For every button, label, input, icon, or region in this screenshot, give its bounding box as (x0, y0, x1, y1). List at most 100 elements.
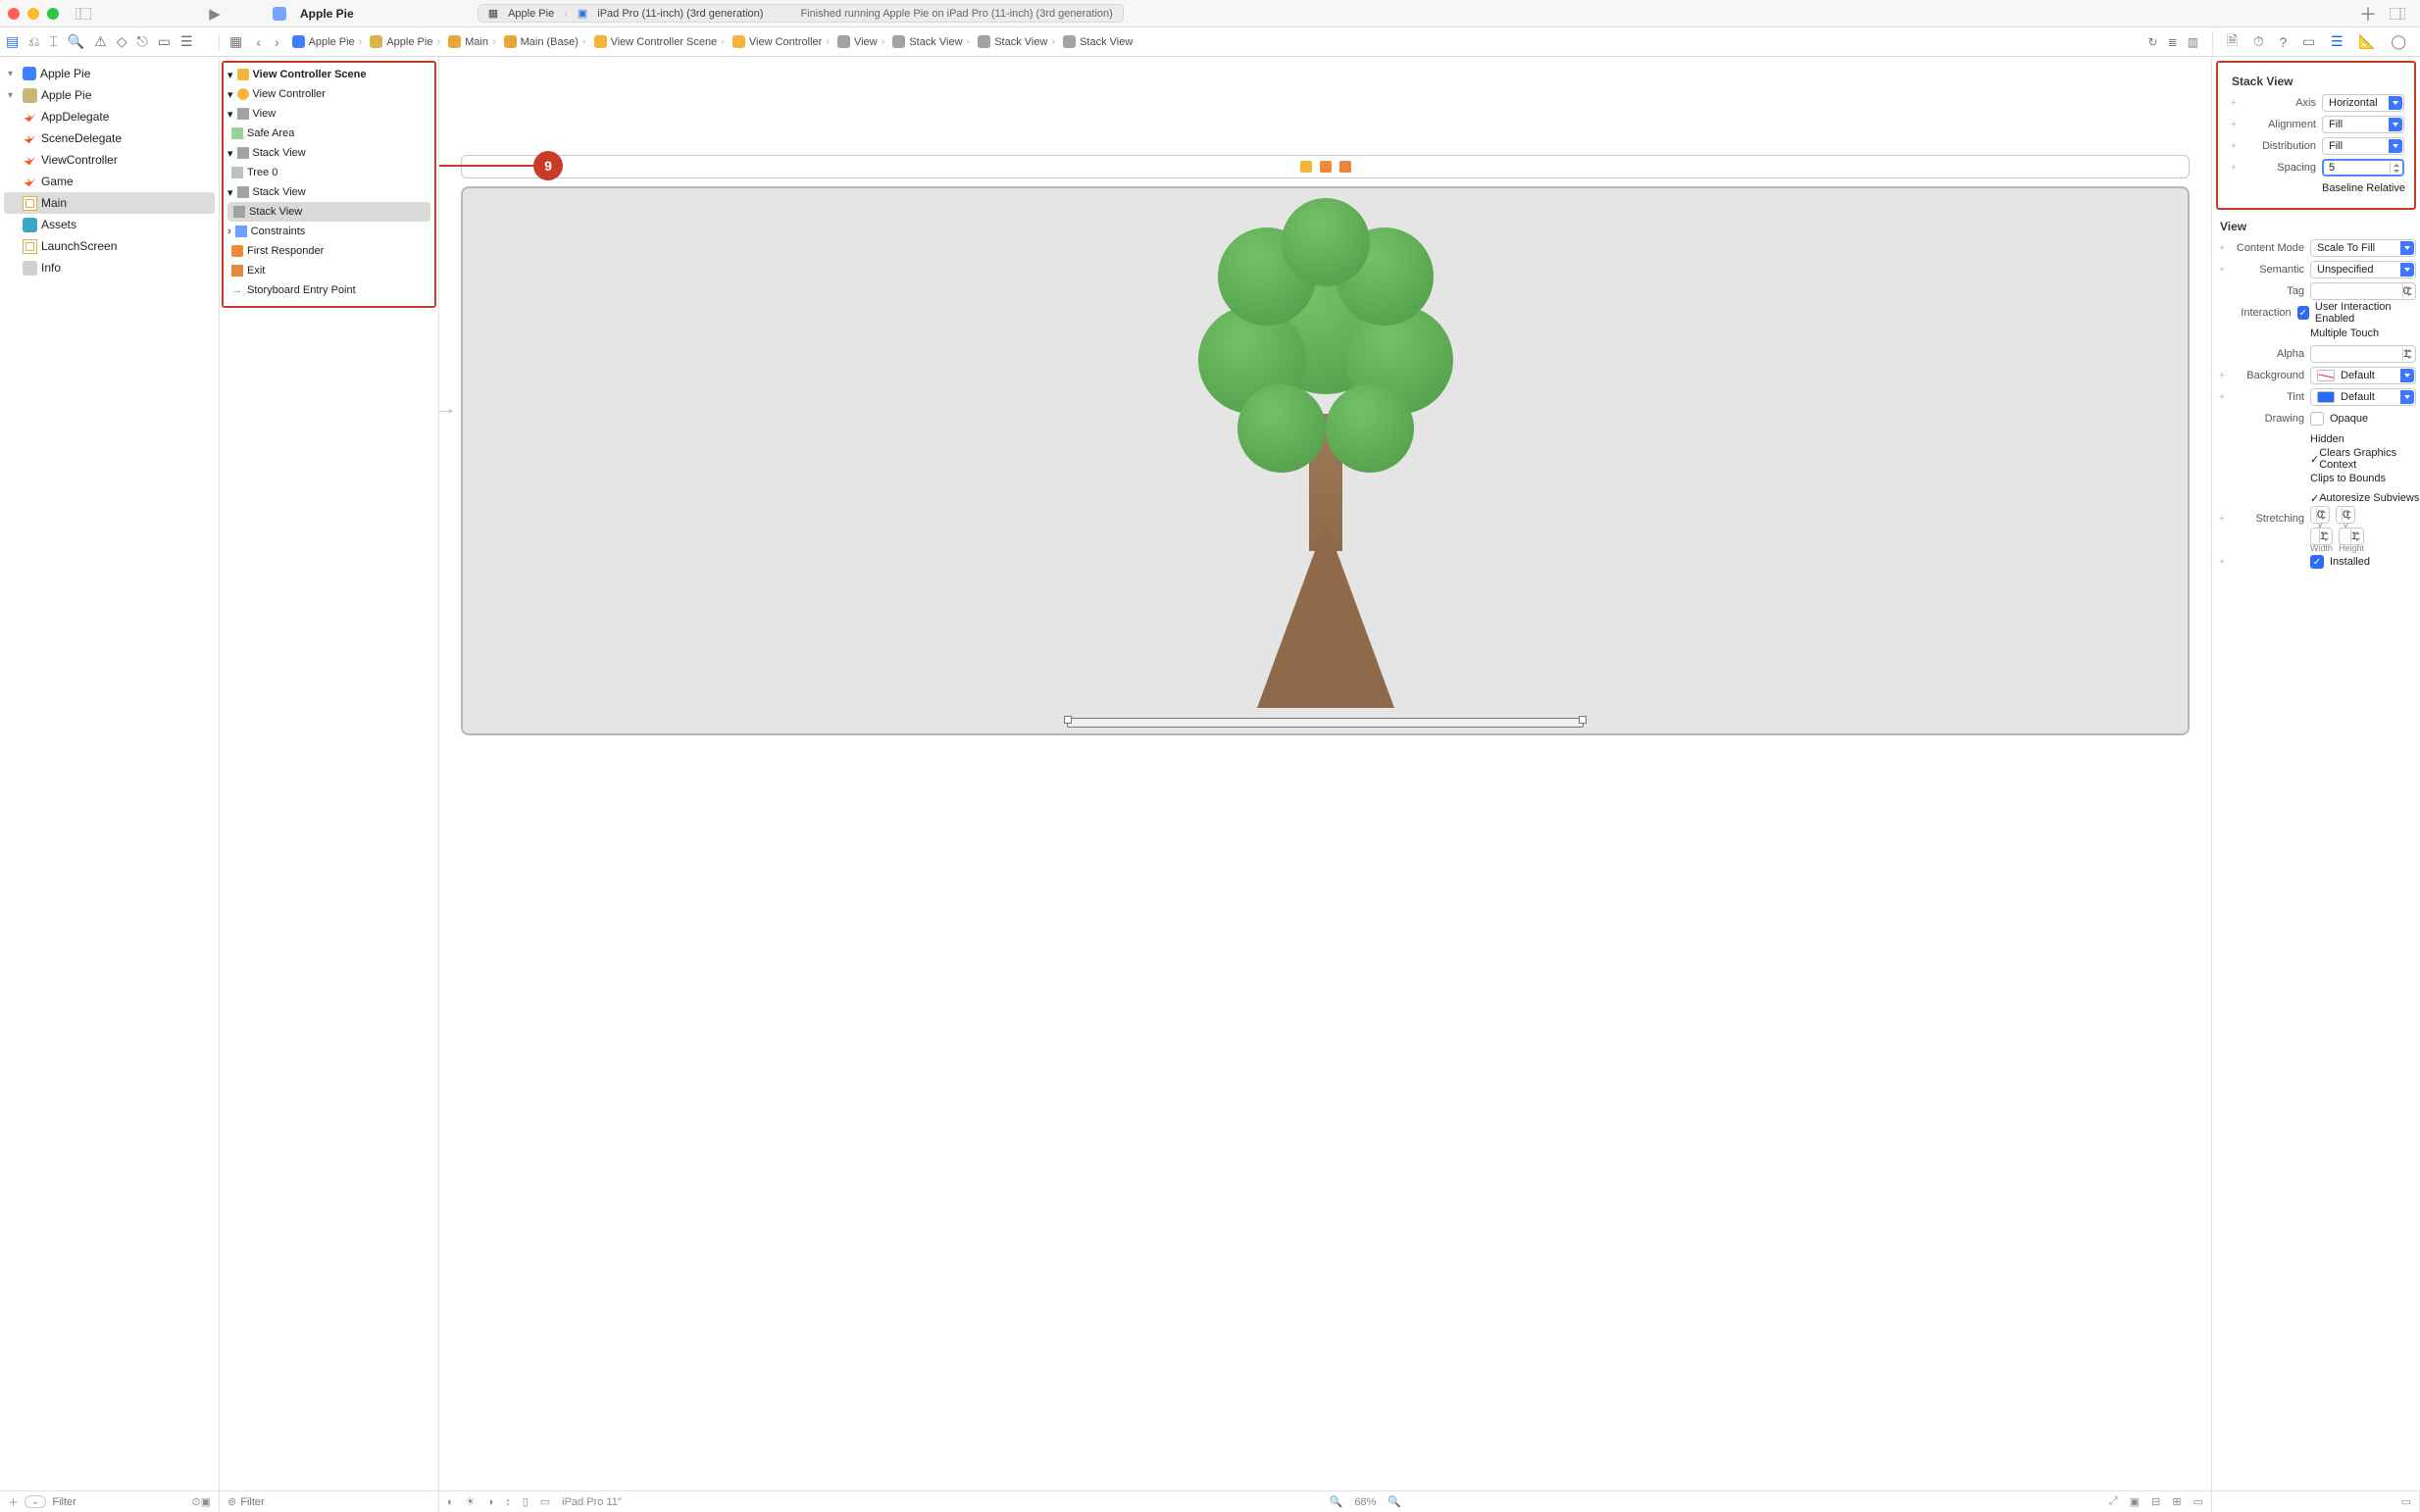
nav-file[interactable]: AppDelegate (0, 106, 219, 127)
user-interaction-checkbox[interactable]: ✓ (2297, 306, 2309, 320)
outline-first-responder[interactable]: First Responder (224, 241, 434, 261)
crumb-7[interactable]: Stack View (909, 36, 962, 48)
outline-safearea[interactable]: Safe Area (224, 124, 434, 143)
outline-stack3-selected[interactable]: Stack View (227, 202, 430, 222)
tint-select[interactable]: Default (2310, 388, 2416, 406)
project-title[interactable]: Apple Pie (300, 7, 354, 21)
find-nav-icon[interactable]: 🔍 (68, 33, 84, 50)
device-portrait-icon[interactable]: ▯ (523, 1495, 529, 1508)
close-window-button[interactable] (8, 8, 20, 20)
minimize-window-button[interactable] (27, 8, 39, 20)
add-editor-icon[interactable]: ▥ (2188, 35, 2198, 49)
debug-nav-icon[interactable]: ⎋ (137, 33, 148, 50)
outline-filter-input[interactable] (240, 1496, 430, 1508)
nav-file[interactable]: Game (0, 171, 219, 192)
outline-vc[interactable]: ▾View Controller (224, 84, 434, 104)
device-landscape-icon[interactable]: ▭ (540, 1495, 550, 1508)
clears-checkbox[interactable]: ✓ (2310, 453, 2319, 466)
alignment-select[interactable]: Fill (2322, 116, 2404, 133)
embed-icon[interactable]: ▣ (2130, 1495, 2140, 1508)
related-items-icon[interactable]: ▦ (229, 33, 242, 50)
nav-file[interactable]: Info (0, 257, 219, 278)
stretch-x-input[interactable]: 0 (2310, 506, 2330, 524)
outline-stack2[interactable]: ▾Stack View (224, 182, 434, 202)
crumb-4[interactable]: View Controller Scene (611, 36, 718, 48)
crumb-6[interactable]: View (854, 36, 878, 48)
crumb-9[interactable]: Stack View (1080, 36, 1133, 48)
resolve-icon[interactable]: ▭ (2193, 1495, 2203, 1508)
nav-file[interactable]: ViewController (0, 149, 219, 171)
breakpoint-nav-icon[interactable]: ▭ (158, 33, 171, 50)
appearance-icon[interactable]: ☀ (466, 1495, 476, 1508)
distribution-select[interactable]: Fill (2322, 137, 2404, 155)
attributes-inspector[interactable]: Stack View +AxisHorizontal +AlignmentFil… (2212, 57, 2420, 1490)
sidebar-toggle-icon[interactable] (75, 5, 92, 23)
stretch-w-input[interactable]: 1 (2310, 528, 2333, 545)
crumb-2[interactable]: Main (465, 36, 488, 48)
library-toggle-icon[interactable] (2389, 5, 2406, 23)
recent-filter-button[interactable]: ⌄ (25, 1495, 46, 1508)
stretch-y-input[interactable]: 0 (2336, 506, 2355, 524)
nav-project-root[interactable]: ▾Apple Pie (0, 63, 219, 84)
nav-group[interactable]: ▾Apple Pie (0, 84, 219, 106)
device-preview[interactable] (461, 186, 2190, 735)
test-nav-icon[interactable]: ◇ (117, 33, 127, 50)
semantic-select[interactable]: Unspecified (2310, 261, 2416, 278)
add-button[interactable]: ＋ (2359, 1, 2377, 26)
navigator-filter-input[interactable] (52, 1496, 191, 1508)
nav-file-selected[interactable]: Main (4, 192, 215, 214)
stretch-h-input[interactable]: 1 (2339, 528, 2364, 545)
zoom-level[interactable]: 68% (1354, 1496, 1376, 1508)
add-target-icon[interactable]: ＋ (8, 1494, 19, 1510)
nav-file[interactable]: Assets (0, 214, 219, 235)
breadcrumb[interactable]: Apple Pie› Apple Pie› Main› Main (Base)›… (289, 33, 1136, 50)
outline-stack1[interactable]: ▾Stack View (224, 143, 434, 163)
outline-view[interactable]: ▾View (224, 104, 434, 124)
issue-nav-icon[interactable]: ⚠ (94, 33, 107, 50)
minimap-icon[interactable]: ↻ (2148, 35, 2158, 49)
outline-tree[interactable]: Tree 0 (224, 163, 434, 182)
selected-stackview-frame[interactable] (1067, 718, 1585, 728)
accessibility-icon[interactable]: ↕ (505, 1496, 511, 1508)
symbol-nav-icon[interactable]: ⌶ (49, 33, 57, 50)
connections-inspector-icon[interactable]: ◯ (2391, 33, 2406, 50)
pin-icon[interactable]: ⊞ (2172, 1495, 2181, 1508)
update-frames-icon[interactable]: ⤢ (2109, 1495, 2118, 1508)
opaque-checkbox[interactable] (2310, 412, 2324, 426)
recent-files-icon[interactable]: ▣ (201, 1495, 211, 1508)
report-nav-icon[interactable]: ☰ (180, 33, 193, 50)
spacing-input[interactable]: 5 (2322, 159, 2404, 176)
autoresize-checkbox[interactable]: ✓ (2310, 492, 2319, 505)
outline-constraints[interactable]: ›Constraints (224, 222, 434, 241)
source-control-nav-icon[interactable]: ⎌ (28, 33, 39, 50)
crumb-3[interactable]: Main (Base) (521, 36, 579, 48)
axis-select[interactable]: Horizontal (2322, 94, 2404, 112)
run-button[interactable]: ▶ (206, 5, 224, 23)
installed-checkbox[interactable]: ✓ (2310, 555, 2324, 569)
crumb-8[interactable]: Stack View (994, 36, 1047, 48)
history-inspector-icon[interactable]: ⏱ (2253, 33, 2264, 50)
content-mode-select[interactable]: Scale To Fill (2310, 239, 2416, 257)
ib-canvas[interactable]: → (439, 57, 2212, 1490)
zoom-out-icon[interactable]: 🔍 (1330, 1495, 1343, 1508)
outline-entry-point[interactable]: →Storyboard Entry Point (224, 280, 434, 300)
background-select[interactable]: Default (2310, 367, 2416, 384)
forward-button[interactable]: › (275, 34, 279, 50)
back-button[interactable]: ‹ (256, 34, 261, 50)
outline-scene[interactable]: ▾View Controller Scene (224, 65, 434, 84)
project-nav-icon[interactable]: ▤ (6, 33, 19, 50)
zoom-window-button[interactable] (47, 8, 59, 20)
device-label[interactable]: iPad Pro 11" (562, 1496, 622, 1508)
inspector-collapse-icon[interactable]: ▭ (2401, 1495, 2411, 1508)
tag-input[interactable]: 0 (2310, 282, 2416, 300)
crumb-0[interactable]: Apple Pie (309, 36, 355, 48)
size-inspector-icon[interactable]: 📐 (2358, 33, 2375, 50)
outline-exit[interactable]: Exit (224, 261, 434, 280)
nav-file[interactable]: SceneDelegate (0, 127, 219, 149)
crumb-5[interactable]: View Controller (749, 36, 822, 48)
crumb-1[interactable]: Apple Pie (386, 36, 432, 48)
identity-inspector-icon[interactable]: ▭ (2302, 33, 2315, 50)
file-inspector-icon[interactable]: 🗎 (2227, 30, 2238, 54)
document-outline[interactable]: ▾View Controller Scene ▾View Controller … (220, 57, 439, 1490)
nav-file[interactable]: LaunchScreen (0, 235, 219, 257)
